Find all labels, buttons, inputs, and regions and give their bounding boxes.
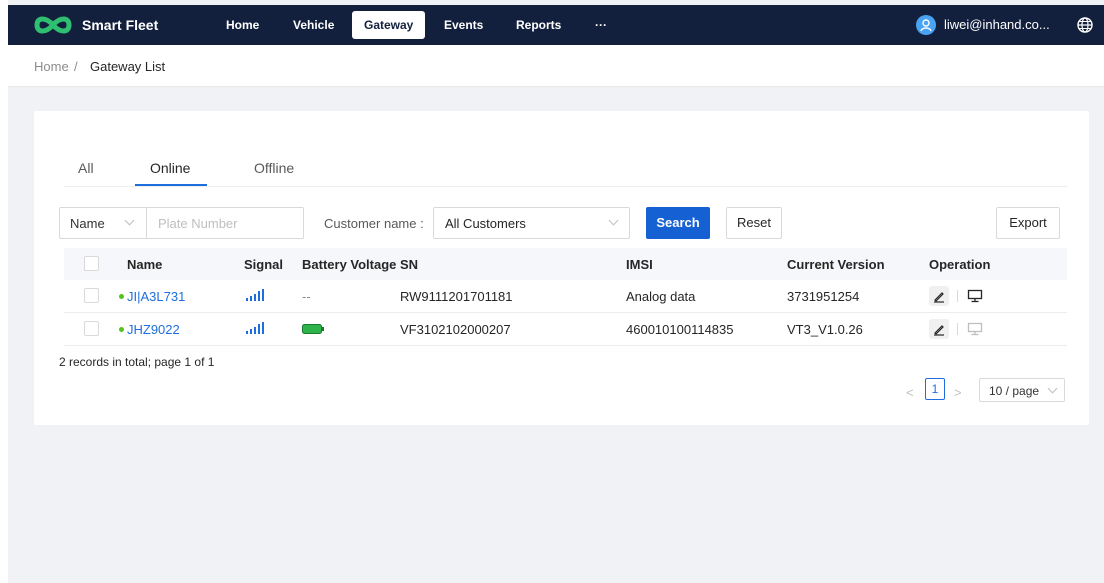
user-avatar-icon xyxy=(916,15,936,35)
search-field-value: Name xyxy=(70,216,105,231)
nav-reports[interactable]: Reports xyxy=(504,11,573,39)
tab-online[interactable]: Online xyxy=(150,160,190,176)
gateway-list-card: All Online Offline Name Plate Number Cus… xyxy=(34,111,1089,425)
monitor-icon xyxy=(967,322,983,336)
version-value: VT3_V1.0.26 xyxy=(787,322,863,337)
row-checkbox[interactable] xyxy=(84,321,99,336)
user-email: liwei@inhand.co... xyxy=(944,17,1050,32)
col-sn: SN xyxy=(400,257,419,272)
nav-more[interactable]: ··· xyxy=(583,11,619,39)
breadcrumb-current: Gateway List xyxy=(90,59,166,74)
reset-button[interactable]: Reset xyxy=(726,207,782,239)
chevron-down-icon xyxy=(124,215,135,226)
prev-page-icon[interactable]: < xyxy=(906,385,914,400)
sn-value: VF3102102000207 xyxy=(400,322,511,337)
brand-logo-icon xyxy=(34,16,72,34)
search-field-select[interactable]: Name xyxy=(59,207,147,239)
customer-select-value: All Customers xyxy=(445,216,526,231)
nav-vehicle[interactable]: Vehicle xyxy=(281,11,346,39)
gateway-name-link[interactable]: JI|A3L731 xyxy=(127,289,185,304)
breadcrumb-home-link[interactable]: Home xyxy=(34,59,69,74)
sn-value: RW9111201701181 xyxy=(400,289,513,304)
operation-divider xyxy=(957,323,958,335)
active-tab-indicator xyxy=(135,184,207,186)
edit-icon[interactable] xyxy=(929,286,949,306)
battery-voltage-value: -- xyxy=(302,289,311,304)
nav-gateway[interactable]: Gateway xyxy=(352,11,426,39)
chevron-down-icon xyxy=(1047,383,1058,394)
col-battery-voltage: Battery Voltage xyxy=(302,257,397,272)
operation-divider xyxy=(957,290,958,302)
table-row: JI|A3L731 -- RW9111201701181 Analog data… xyxy=(64,280,1067,313)
next-page-icon[interactable]: > xyxy=(954,385,962,400)
battery-full-icon xyxy=(302,324,324,334)
plate-number-input[interactable]: Plate Number xyxy=(146,207,304,239)
col-name: Name xyxy=(127,257,163,272)
app-frame: Smart Fleet Home Vehicle Gateway Events … xyxy=(8,0,1104,583)
table-header: Name Signal Battery Voltage SN IMSI Curr… xyxy=(64,248,1067,280)
language-globe-icon[interactable] xyxy=(1076,16,1094,34)
page-size-value: 10 / page xyxy=(989,384,1040,398)
export-button[interactable]: Export xyxy=(996,207,1060,239)
online-status-dot xyxy=(119,327,124,332)
tab-all[interactable]: All xyxy=(78,160,94,176)
row-checkbox[interactable] xyxy=(84,288,99,303)
breadcrumb-separator: / xyxy=(74,59,78,74)
records-summary: 2 records in total; page 1 of 1 xyxy=(59,355,215,369)
plate-number-placeholder: Plate Number xyxy=(158,216,238,231)
table-row: JHZ9022 VF3102102000207 460010100114835 … xyxy=(64,313,1067,346)
search-button[interactable]: Search xyxy=(646,207,710,239)
col-signal: Signal xyxy=(244,257,284,272)
imsi-value: 460010100114835 xyxy=(626,322,734,337)
status-tabs: All Online Offline xyxy=(64,155,1067,187)
breadcrumb: Home / Gateway List xyxy=(8,45,1104,87)
brand-name: Smart Fleet xyxy=(82,17,159,33)
edit-icon[interactable] xyxy=(929,319,949,339)
page-1-button[interactable]: 1 xyxy=(925,378,945,400)
imsi-value: Analog data xyxy=(626,289,696,304)
customer-select[interactable]: All Customers xyxy=(433,207,630,239)
monitor-icon[interactable] xyxy=(967,289,983,303)
gateway-name-link[interactable]: JHZ9022 xyxy=(127,322,180,337)
signal-bars-icon xyxy=(246,289,264,301)
top-nav-bar: Smart Fleet Home Vehicle Gateway Events … xyxy=(8,5,1104,45)
col-current-version: Current Version xyxy=(787,257,885,272)
page-size-select[interactable]: 10 / page xyxy=(979,378,1065,402)
nav-home[interactable]: Home xyxy=(214,11,271,39)
nav-events[interactable]: Events xyxy=(432,11,495,39)
version-value: 3731951254 xyxy=(787,289,860,304)
col-operation: Operation xyxy=(929,257,991,272)
col-imsi: IMSI xyxy=(626,257,653,272)
online-status-dot xyxy=(119,294,124,299)
select-all-checkbox[interactable] xyxy=(84,256,99,271)
customer-name-label: Customer name : xyxy=(324,216,424,231)
chevron-down-icon xyxy=(608,215,619,226)
signal-bars-icon xyxy=(246,322,264,334)
tab-offline[interactable]: Offline xyxy=(254,160,294,176)
